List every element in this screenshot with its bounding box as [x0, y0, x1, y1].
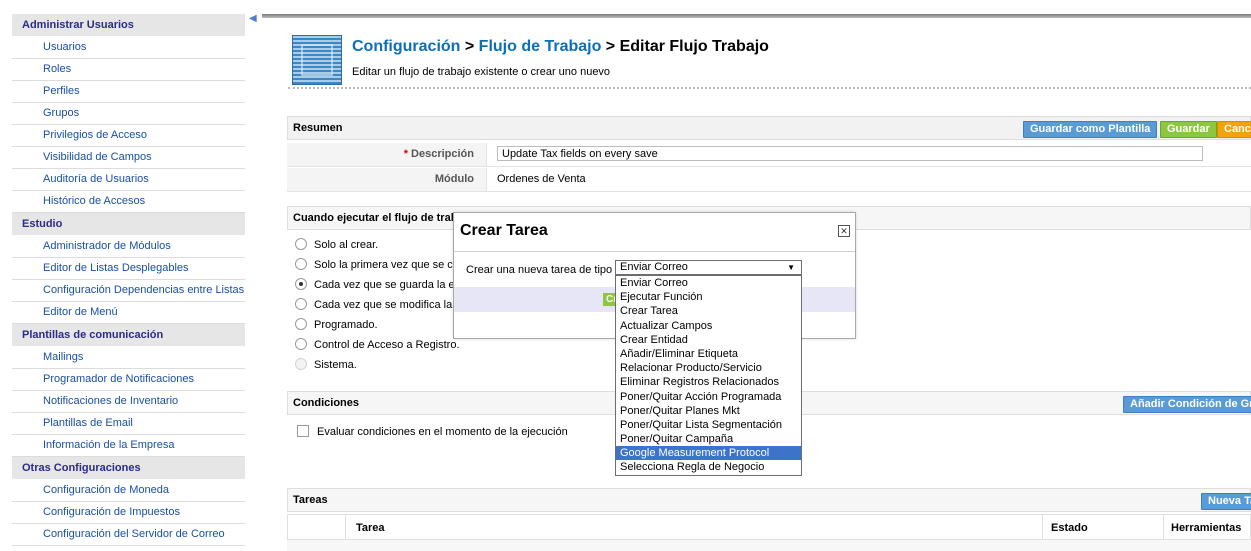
sidebar-item-listas[interactable]: Editor de Listas Desplegables: [12, 258, 245, 280]
page-subtitle: Editar un flujo de trabajo existente o c…: [352, 66, 611, 78]
workflow-icon: [292, 35, 342, 85]
checkbox-icon[interactable]: [297, 425, 309, 438]
dialog-title: Crear Tarea: [460, 222, 548, 239]
task-type-label: Crear una nueva tarea de tipo: [466, 264, 613, 276]
header-divider: [288, 87, 1251, 89]
dropdown-option[interactable]: Selecciona Regla de Negocio: [616, 460, 801, 474]
sidebar-item-auditoria[interactable]: Auditoría de Usuarios: [12, 169, 245, 191]
trigger-option[interactable]: Control de Acceso a Registro.: [295, 336, 460, 354]
tasks-header: Tareas Nueva Tarea: [287, 488, 1251, 512]
radio-disabled-icon: [295, 358, 307, 371]
dropdown-option[interactable]: Poner/Quitar Planes Mkt: [616, 404, 801, 418]
radio-icon[interactable]: [295, 258, 307, 271]
trigger-option[interactable]: Cada vez que se modifica la: [295, 296, 452, 314]
close-icon[interactable]: ✕: [838, 225, 850, 237]
sidebar-item-perfiles[interactable]: Perfiles: [12, 81, 245, 103]
module-value: Ordenes de Venta: [497, 173, 586, 185]
save-as-template-button[interactable]: Guardar como Plantilla: [1023, 121, 1158, 138]
sidebar-item-impuestos[interactable]: Configuración de Impuestos: [12, 502, 245, 524]
trigger-option[interactable]: Cada vez que se guarda la e: [295, 276, 455, 294]
dropdown-option[interactable]: Poner/Quitar Campaña: [616, 432, 801, 446]
sidebar-item-dependencias[interactable]: Configuración Dependencias entre Listas: [12, 280, 245, 302]
table-row[interactable]: [287, 540, 1251, 551]
dropdown-option[interactable]: Ejecutar Función: [616, 290, 801, 304]
dropdown-arrow-icon[interactable]: ▼: [787, 261, 795, 274]
collapse-left-icon[interactable]: ◀: [249, 13, 257, 24]
dialog-divider: [454, 251, 855, 252]
tasks-table-header: Tarea Estado Herramientas: [287, 514, 1251, 540]
radio-checked-icon[interactable]: [295, 278, 307, 291]
sidebar-item-inventario[interactable]: Notificaciones de Inventario: [12, 391, 245, 413]
column-header-status[interactable]: Estado: [1051, 522, 1088, 534]
sidebar-item-historico[interactable]: Histórico de Accesos: [12, 191, 245, 213]
new-task-button[interactable]: Nueva Tarea: [1201, 493, 1251, 510]
radio-icon[interactable]: [295, 298, 307, 311]
dropdown-option[interactable]: Enviar Correo: [616, 276, 801, 290]
breadcrumb-flujo[interactable]: Flujo de Trabajo: [479, 38, 602, 55]
task-type-select[interactable]: Enviar Correo ▼: [615, 260, 802, 275]
column-header-task[interactable]: Tarea: [356, 522, 385, 534]
dropdown-option[interactable]: Poner/Quitar Acción Programada: [616, 390, 801, 404]
sidebar-item-grupos[interactable]: Grupos: [12, 103, 245, 125]
dropdown-option-highlighted[interactable]: Google Measurement Protocol: [616, 446, 801, 461]
sidebar-item-moneda[interactable]: Configuración de Moneda: [12, 480, 245, 502]
sidebar-item-roles[interactable]: Roles: [12, 59, 245, 81]
dropdown-option[interactable]: Crear Tarea: [616, 304, 801, 318]
trigger-title: Cuando ejecutar el flujo de trabajo: [293, 212, 474, 224]
description-row: * Descripción Update Tax fields on every…: [287, 143, 1251, 167]
trigger-option[interactable]: Programado.: [295, 316, 378, 334]
description-label: * Descripción: [287, 143, 487, 166]
trigger-option[interactable]: Solo al crear.: [295, 236, 378, 254]
module-label: Módulo: [287, 168, 487, 191]
sidebar-section-otras: Otras Configuraciones: [12, 457, 245, 480]
tasks-title: Tareas: [293, 494, 328, 506]
save-button[interactable]: Guardar: [1160, 121, 1217, 138]
module-row: Módulo Ordenes de Venta: [287, 168, 1251, 192]
evaluate-conditions-option[interactable]: Evaluar condiciones en el momento de la …: [297, 423, 568, 441]
add-condition-group-button[interactable]: Añadir Condición de Grupo: [1123, 396, 1251, 413]
breadcrumb-current: Editar Flujo Trabajo: [619, 38, 769, 55]
task-type-dropdown-list: Enviar Correo Ejecutar Función Crear Tar…: [615, 275, 802, 476]
sidebar-item-programador[interactable]: Programador de Notificaciones: [12, 369, 245, 391]
breadcrumb-configuracion[interactable]: Configuración: [352, 38, 460, 55]
settings-sidebar: Administrar Usuarios Usuarios Roles Perf…: [12, 14, 245, 546]
cancel-button[interactable]: Cancelar: [1217, 121, 1251, 138]
radio-icon[interactable]: [295, 318, 307, 331]
sidebar-item-visibilidad[interactable]: Visibilidad de Campos: [12, 147, 245, 169]
trigger-option[interactable]: Solo la primera vez que se c: [295, 256, 453, 274]
dropdown-option[interactable]: Relacionar Producto/Servicio: [616, 361, 801, 375]
dropdown-option[interactable]: Poner/Quitar Lista Segmentación: [616, 418, 801, 432]
sidebar-item-privilegios[interactable]: Privilegios de Acceso: [12, 125, 245, 147]
sidebar-item-mailings[interactable]: Mailings: [12, 347, 245, 369]
dropdown-option[interactable]: Eliminar Registros Relacionados: [616, 375, 801, 389]
radio-icon[interactable]: [295, 238, 307, 251]
description-input[interactable]: Update Tax fields on every save: [497, 146, 1203, 161]
dropdown-option[interactable]: Añadir/Eliminar Etiqueta: [616, 347, 801, 361]
top-divider: [262, 14, 1251, 18]
breadcrumb-separator: >: [460, 38, 479, 55]
sidebar-section-estudio: Estudio: [12, 213, 245, 236]
resumen-title: Resumen: [293, 122, 343, 134]
column-header-tools[interactable]: Herramientas: [1171, 522, 1241, 534]
conditions-title: Condiciones: [293, 397, 360, 409]
resumen-header: Resumen Guardar como Plantilla Guardar C…: [287, 116, 1251, 140]
sidebar-item-menu[interactable]: Editor de Menú: [12, 302, 245, 324]
sidebar-section-usuarios: Administrar Usuarios: [12, 14, 245, 37]
dropdown-option[interactable]: Crear Entidad: [616, 333, 801, 347]
trigger-option: Sistema.: [295, 356, 357, 374]
dropdown-option[interactable]: Actualizar Campos: [616, 319, 801, 333]
task-type-selected: Enviar Correo: [620, 261, 688, 273]
sidebar-item-empresa[interactable]: Información de la Empresa: [12, 435, 245, 457]
sidebar-item-usuarios[interactable]: Usuarios: [12, 37, 245, 59]
sidebar-item-plantillas-email[interactable]: Plantillas de Email: [12, 413, 245, 435]
page-title: Configuración > Flujo de Trabajo > Edita…: [352, 38, 769, 56]
sidebar-item-correo[interactable]: Configuración del Servidor de Correo: [12, 524, 245, 546]
radio-icon[interactable]: [295, 338, 307, 351]
breadcrumb-separator: >: [601, 38, 620, 55]
sidebar-item-modulos[interactable]: Administrador de Módulos: [12, 236, 245, 258]
sidebar-section-plantillas: Plantillas de comunicación: [12, 324, 245, 347]
